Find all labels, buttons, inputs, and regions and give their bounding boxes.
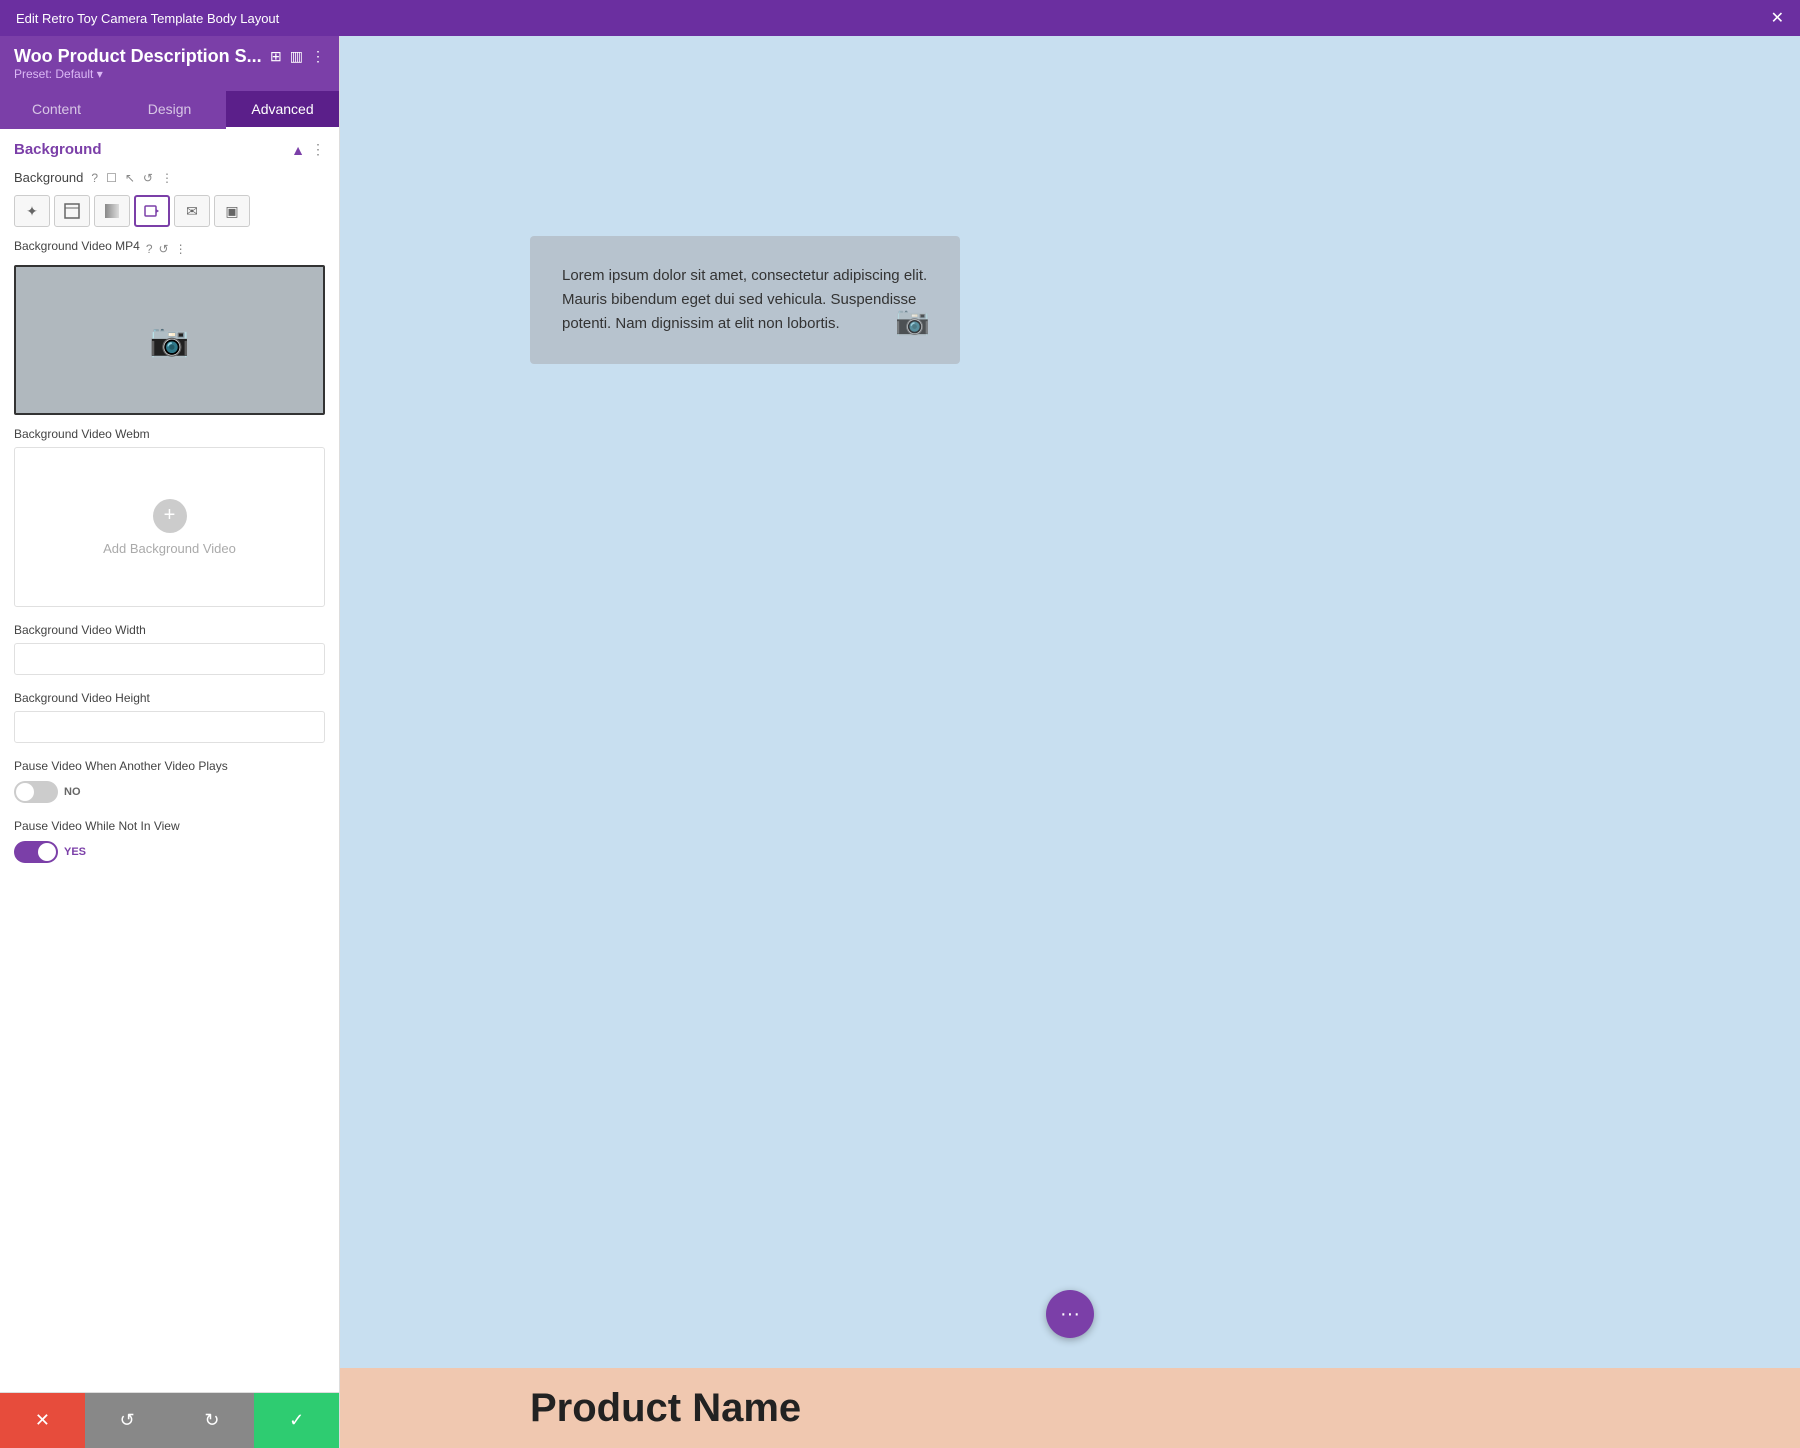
preset-label[interactable]: Preset: Default ▾ [14, 67, 325, 81]
add-video-plus-icon: + [153, 499, 187, 533]
bg-video-height-label: Background Video Height [14, 691, 325, 705]
bg-device-icon[interactable]: ☐ [106, 171, 117, 185]
save-icon: ✓ [289, 1410, 304, 1431]
sidebar-header-icons: ⊞ ▥ ⋮ [270, 48, 325, 65]
bg-type-video[interactable] [134, 195, 170, 227]
bg-reset-icon[interactable]: ↺ [143, 171, 153, 185]
product-name-area: Product Name [340, 1368, 1800, 1448]
widget-name: Woo Product Description S... [14, 46, 262, 67]
add-video-label: Add Background Video [103, 541, 236, 556]
layout-icon[interactable]: ▥ [290, 48, 303, 65]
bg-type-other[interactable]: ▣ [214, 195, 250, 227]
tab-content[interactable]: Content [0, 91, 113, 129]
title-bar: Edit Retro Toy Camera Template Body Layo… [0, 0, 1800, 36]
sidebar-scroll: Background ▲ ⋮ Background ? ☐ ↖ ↺ ⋮ [0, 129, 339, 1392]
bg-label-row: Background ? ☐ ↖ ↺ ⋮ [14, 170, 325, 185]
sidebar: Woo Product Description S... ⊞ ▥ ⋮ Prese… [0, 36, 340, 1448]
bg-label: Background [14, 170, 83, 185]
sidebar-header: Woo Product Description S... ⊞ ▥ ⋮ Prese… [0, 36, 339, 91]
section-menu-icon[interactable]: ⋮ [311, 141, 325, 158]
bg-video-width-input[interactable] [14, 643, 325, 675]
section-header: Background ▲ ⋮ [14, 141, 325, 158]
bg-video-height-input[interactable] [14, 711, 325, 743]
pause-when-another-toggle-row: Pause Video When Another Video Plays NO [14, 759, 325, 803]
undo-button[interactable]: ↺ [85, 1393, 170, 1448]
bg-type-none[interactable]: ✦ [14, 195, 50, 227]
redo-icon: ↻ [204, 1410, 219, 1431]
save-button[interactable]: ✓ [254, 1393, 339, 1448]
close-button[interactable]: ✕ [1771, 8, 1784, 28]
main-content: Lorem ipsum dolor sit amet, consectetur … [340, 36, 1800, 1448]
tab-design[interactable]: Design [113, 91, 226, 129]
pause-when-another-container: NO [14, 781, 325, 803]
camera-icon: 📷 [150, 321, 190, 359]
video-preview[interactable]: 📷 [14, 265, 325, 415]
bg-type-slideshow[interactable]: ✉ [174, 195, 210, 227]
undo-icon: ↺ [120, 1410, 135, 1431]
add-video-area[interactable]: + Add Background Video [14, 447, 325, 607]
content-box: Lorem ipsum dolor sit amet, consectetur … [530, 236, 960, 364]
bg-video-width-label: Background Video Width [14, 623, 325, 637]
bg-help-icon[interactable]: ? [91, 171, 98, 185]
bg-cursor-icon[interactable]: ↖ [125, 171, 135, 185]
sidebar-top-row: Woo Product Description S... ⊞ ▥ ⋮ [14, 46, 325, 67]
bg-type-gradient[interactable] [94, 195, 130, 227]
main-layout: Woo Product Description S... ⊞ ▥ ⋮ Prese… [0, 36, 1800, 1448]
bg-video-mp4-help[interactable]: ? [146, 242, 153, 256]
floating-btn-icon: ··· [1060, 1303, 1080, 1326]
body-text: Lorem ipsum dolor sit amet, consectetur … [562, 267, 927, 332]
pause-while-not-in-view-container: YES [14, 841, 325, 863]
section-header-right: ▲ ⋮ [291, 141, 325, 158]
tabs: Content Design Advanced [0, 91, 339, 129]
collapse-icon[interactable]: ▲ [291, 142, 305, 158]
bg-video-mp4-more[interactable]: ⋮ [175, 242, 187, 256]
pause-when-another-toggle[interactable] [14, 781, 58, 803]
bg-video-mp4-row: Background Video MP4 ? ↺ ⋮ [14, 239, 325, 259]
cancel-icon: ✕ [35, 1410, 50, 1431]
toggle-knob [16, 783, 34, 801]
section-title: Background [14, 141, 102, 158]
bg-type-classic[interactable] [54, 195, 90, 227]
bottom-toolbar: ✕ ↺ ↻ ✓ [0, 1392, 339, 1448]
pause-while-not-in-view-toggle[interactable] [14, 841, 58, 863]
pause-while-not-in-view-label: Pause Video While Not In View [14, 819, 325, 833]
bg-more-icon[interactable]: ⋮ [161, 171, 173, 185]
pause-while-not-in-view-state: YES [64, 846, 86, 858]
background-section: Background ▲ ⋮ Background ? ☐ ↖ ↺ ⋮ [0, 129, 339, 891]
bg-video-mp4-label: Background Video MP4 [14, 239, 140, 253]
bg-type-buttons: ✦ ✉ ▣ [14, 195, 325, 227]
bg-video-mp4-reset[interactable]: ↺ [159, 242, 169, 256]
floating-action-button[interactable]: ··· [1046, 1290, 1094, 1338]
toggle-knob-2 [38, 843, 56, 861]
tab-advanced[interactable]: Advanced [226, 91, 339, 129]
pause-while-not-in-view-row: Pause Video While Not In View YES [14, 819, 325, 863]
cancel-button[interactable]: ✕ [0, 1393, 85, 1448]
product-name-text: Product Name [530, 1386, 801, 1431]
title-bar-text: Edit Retro Toy Camera Template Body Layo… [16, 11, 279, 26]
bg-video-webm-label: Background Video Webm [14, 427, 325, 441]
pause-when-another-label: Pause Video When Another Video Plays [14, 759, 325, 773]
more-icon[interactable]: ⋮ [311, 48, 325, 65]
pause-when-another-state: NO [64, 786, 81, 798]
copy-icon[interactable]: ⊞ [270, 48, 282, 65]
camera-watermark-icon: 📷 [895, 299, 930, 344]
redo-button[interactable]: ↻ [170, 1393, 255, 1448]
